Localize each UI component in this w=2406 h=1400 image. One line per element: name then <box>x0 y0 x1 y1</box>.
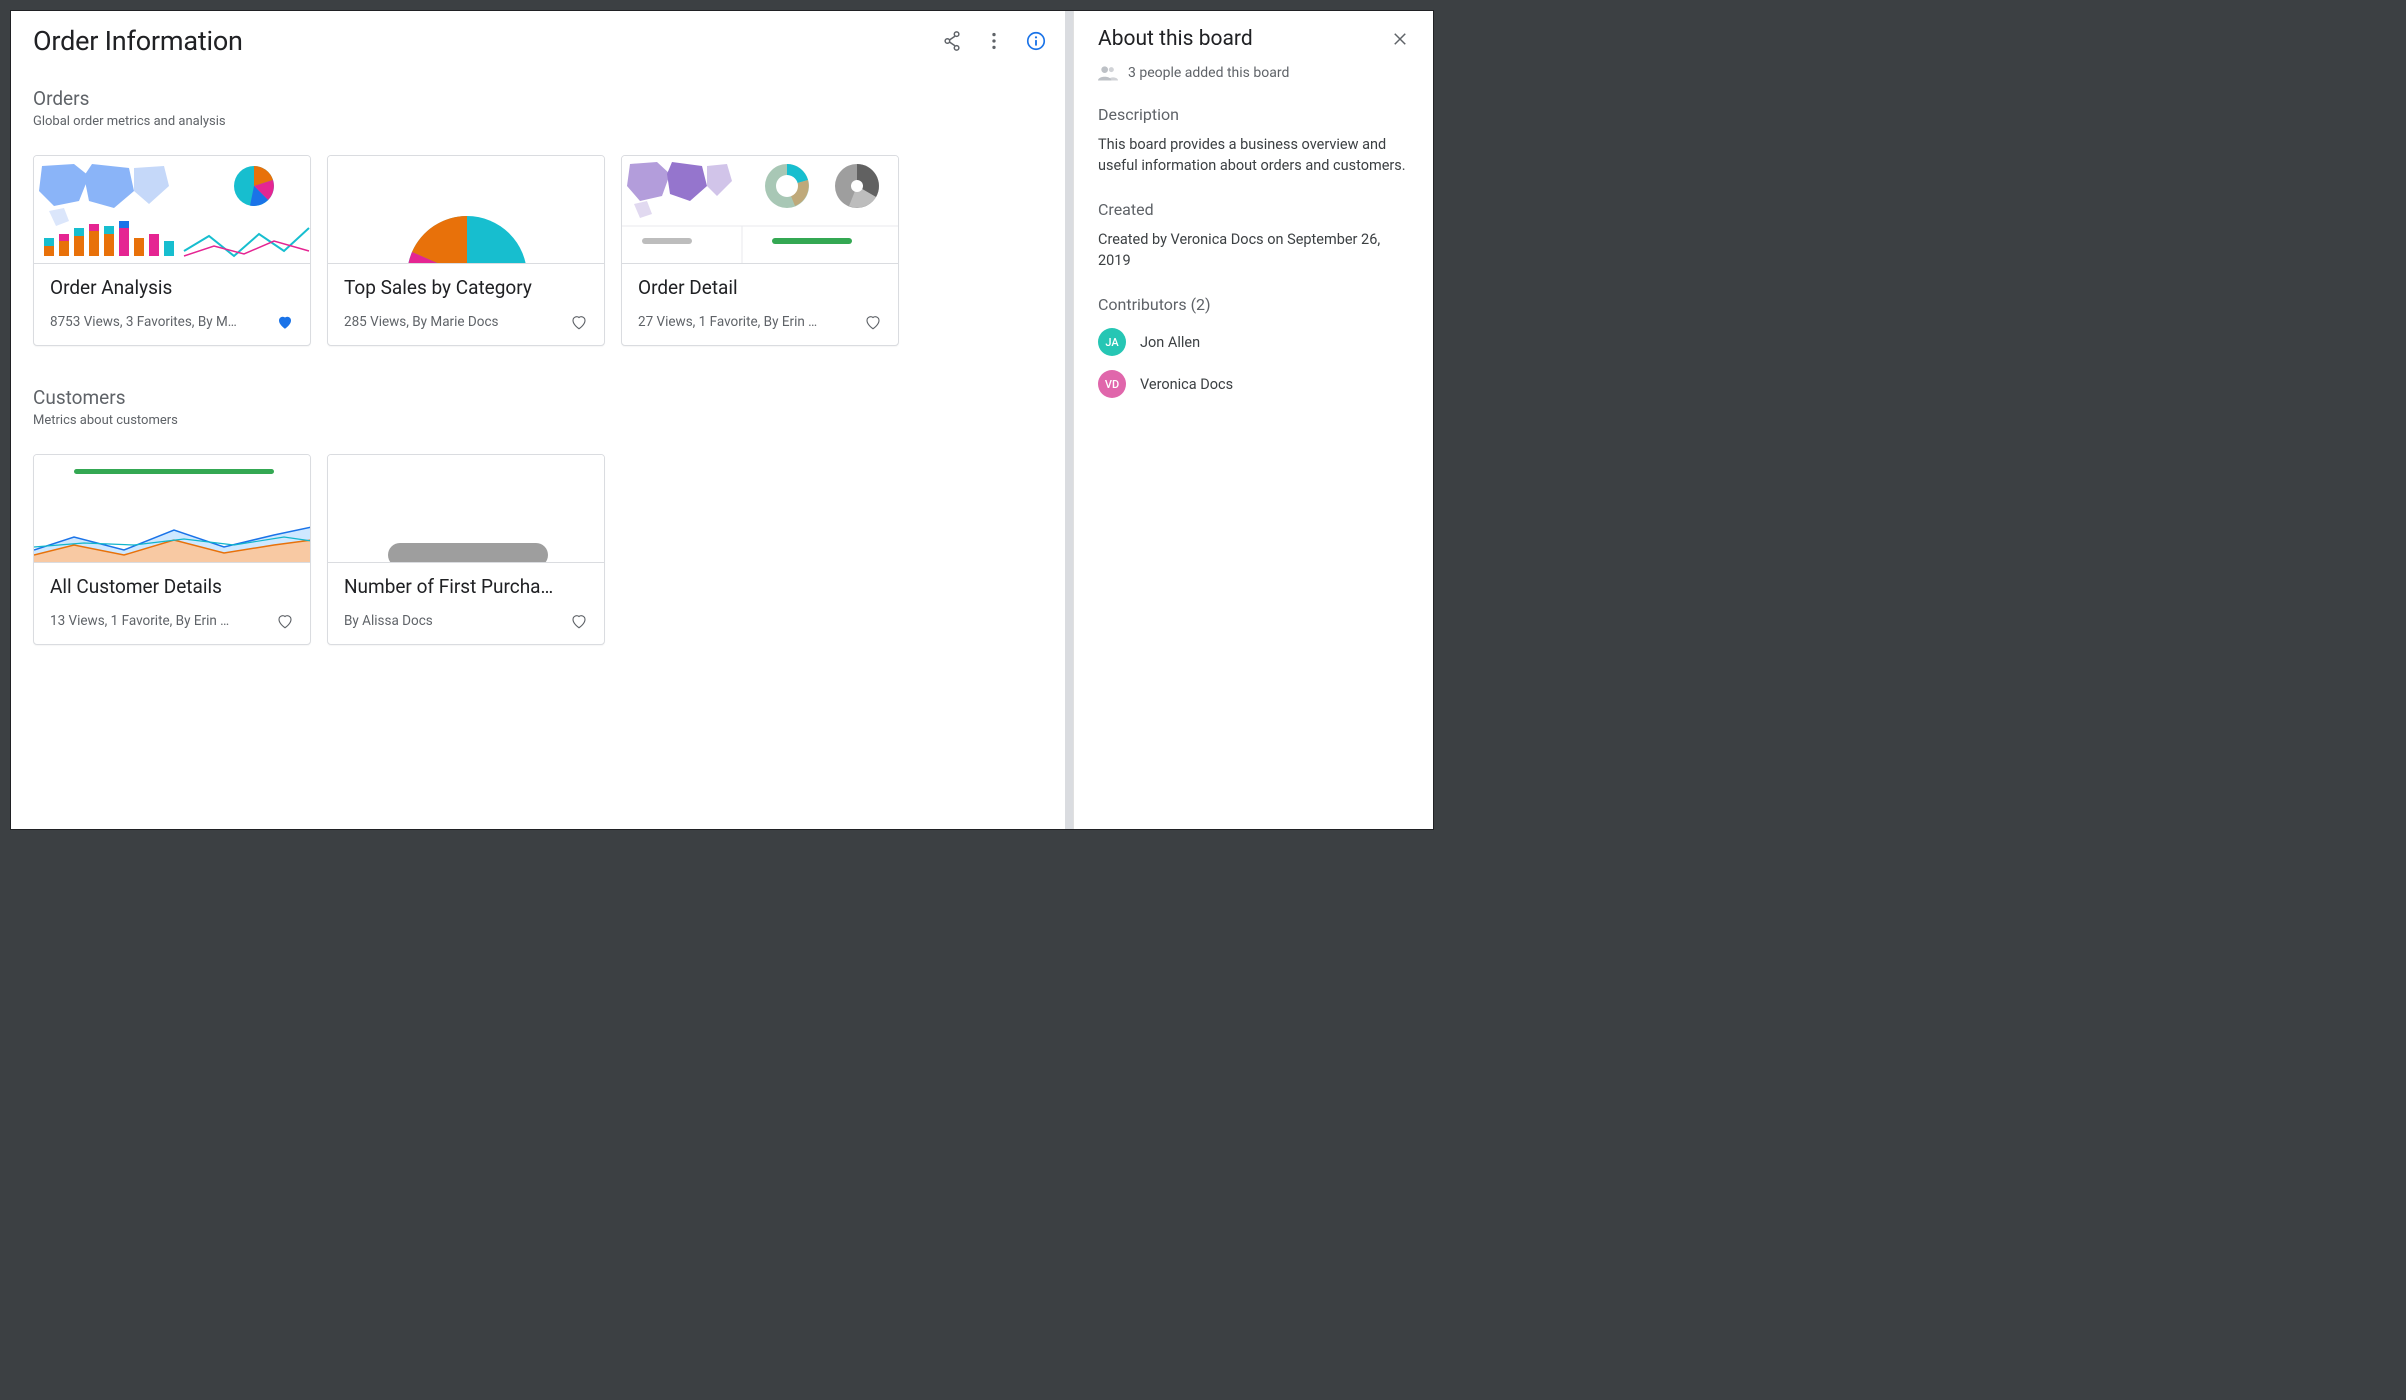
section-customers-title: Customers <box>33 386 1051 409</box>
card-title: Top Sales by Category <box>344 276 588 299</box>
header-actions <box>941 30 1051 52</box>
contributor-name: Jon Allen <box>1140 334 1200 351</box>
favorite-icon[interactable] <box>276 313 294 331</box>
card-order-analysis[interactable]: Order Analysis 8753 Views, 3 Favorites, … <box>33 155 311 346</box>
orders-cards-row: Order Analysis 8753 Views, 3 Favorites, … <box>33 155 1051 346</box>
card-title: Order Detail <box>638 276 882 299</box>
close-icon[interactable] <box>1391 30 1409 48</box>
section-orders-title: Orders <box>33 87 1051 110</box>
card-order-detail[interactable]: Order Detail 27 Views, 1 Favorite, By Er… <box>621 155 899 346</box>
favorite-icon[interactable] <box>864 313 882 331</box>
people-icon <box>1098 65 1118 81</box>
card-first-purchases[interactable]: Number of First Purcha… By Alissa Docs <box>327 454 605 645</box>
card-meta: 13 Views, 1 Favorite, By Erin … <box>50 613 268 629</box>
card-top-sales[interactable]: Top Sales by Category 285 Views, By Mari… <box>327 155 605 346</box>
favorite-icon[interactable] <box>570 313 588 331</box>
card-thumbnail <box>34 455 310 563</box>
card-all-customer-details[interactable]: All Customer Details 13 Views, 1 Favorit… <box>33 454 311 645</box>
card-thumbnail <box>328 455 604 563</box>
card-title: All Customer Details <box>50 575 294 598</box>
contributor-name: Veronica Docs <box>1140 376 1233 393</box>
favorite-icon[interactable] <box>276 612 294 630</box>
about-title: About this board <box>1098 27 1253 51</box>
people-added-row: 3 people added this board <box>1098 65 1409 81</box>
info-icon[interactable] <box>1025 30 1047 52</box>
card-meta: 285 Views, By Marie Docs <box>344 314 562 330</box>
page-title: Order Information <box>33 25 243 57</box>
avatar: JA <box>1098 328 1126 356</box>
description-text: This board provides a business overview … <box>1098 134 1409 176</box>
created-label: Created <box>1098 200 1409 219</box>
contributor-row: JA Jon Allen <box>1098 328 1409 356</box>
section-customers-subtitle: Metrics about customers <box>33 413 1051 428</box>
card-thumbnail <box>622 156 898 264</box>
main-content: Order Information Orders Global order me… <box>11 11 1073 829</box>
description-label: Description <box>1098 105 1409 124</box>
card-title: Number of First Purcha… <box>344 575 588 598</box>
contributor-row: VD Veronica Docs <box>1098 370 1409 398</box>
created-text: Created by Veronica Docs on September 26… <box>1098 229 1409 271</box>
about-panel: About this board 3 people added this boa… <box>1073 11 1433 829</box>
favorite-icon[interactable] <box>570 612 588 630</box>
card-thumbnail <box>328 156 604 264</box>
card-thumbnail <box>34 156 310 264</box>
card-title: Order Analysis <box>50 276 294 299</box>
card-meta: By Alissa Docs <box>344 613 562 629</box>
section-orders-subtitle: Global order metrics and analysis <box>33 114 1051 129</box>
card-meta: 27 Views, 1 Favorite, By Erin … <box>638 314 856 330</box>
card-meta: 8753 Views, 3 Favorites, By M… <box>50 314 268 330</box>
page-header: Order Information <box>33 25 1051 57</box>
customers-cards-row: All Customer Details 13 Views, 1 Favorit… <box>33 454 1051 645</box>
avatar: VD <box>1098 370 1126 398</box>
more-icon[interactable] <box>983 30 1005 52</box>
share-icon[interactable] <box>941 30 963 52</box>
scrollbar[interactable] <box>1065 11 1073 829</box>
people-added-text: 3 people added this board <box>1128 65 1289 81</box>
contributors-label: Contributors (2) <box>1098 295 1409 314</box>
